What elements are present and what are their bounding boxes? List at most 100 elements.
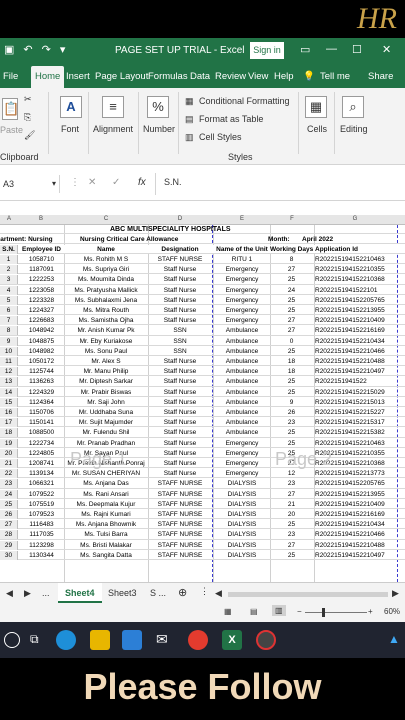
tab-data[interactable]: Data (190, 71, 210, 82)
cell-sn[interactable]: 22 (0, 469, 18, 479)
cell-application-id[interactable]: R202215194152216169 (315, 326, 397, 335)
cell-unit[interactable]: Emergency (214, 286, 270, 295)
cell-employee-id[interactable]: 1222253 (19, 275, 64, 284)
cell-sn[interactable]: 6 (0, 306, 18, 315)
cell-working-days[interactable]: 24 (270, 286, 313, 295)
cell-unit[interactable]: Ambulance (214, 377, 270, 386)
paste-icon[interactable]: 📋 (2, 98, 19, 120)
cell-unit[interactable]: Emergency (214, 296, 270, 305)
cell-employee-id[interactable]: 1222734 (19, 439, 64, 448)
column-header-e[interactable]: E (237, 216, 247, 222)
conditional-formatting-button[interactable]: Conditional Formatting (199, 96, 290, 106)
cell-designation[interactable]: Staff Nurse (148, 296, 212, 305)
cell-working-days[interactable]: 25 (270, 388, 313, 397)
cell-employee-id[interactable]: 1066321 (19, 479, 64, 488)
cell-application-id[interactable]: R202215194152210368 (315, 275, 397, 284)
cell-employee-id[interactable]: 1139134 (19, 469, 64, 478)
cell-unit[interactable]: Emergency (214, 459, 270, 468)
cell-employee-id[interactable]: 1048942 (19, 326, 64, 335)
cell-unit[interactable]: Emergency (214, 449, 270, 458)
cell-unit[interactable]: Ambulance (214, 408, 270, 417)
minimize-icon[interactable]: — (326, 43, 337, 55)
department-label[interactable]: Department: Nursing (0, 235, 64, 244)
cell-application-id[interactable]: R202215194152205765 (315, 296, 397, 305)
cell-sn[interactable]: 25 (0, 499, 18, 509)
zoom-slider[interactable] (305, 612, 367, 613)
cell-unit[interactable]: Emergency (214, 316, 270, 325)
format-as-table-icon[interactable]: ▤ (185, 114, 194, 125)
cell-designation[interactable]: STAFF NURSE (148, 510, 212, 519)
cut-icon[interactable]: ✂ (24, 94, 32, 105)
header-application-id[interactable]: Application Id (315, 245, 397, 254)
cell-unit[interactable]: Ambulance (214, 337, 270, 346)
more-sheets-right[interactable]: S ... (150, 588, 166, 598)
cell-designation[interactable]: Staff Nurse (148, 286, 212, 295)
tab-formulas[interactable]: Formulas (148, 71, 188, 82)
hospital-title[interactable]: ABC MULTISPECIALITY HOSPITALS (110, 225, 310, 234)
column-header-g[interactable]: G (350, 216, 360, 222)
allowance-label[interactable]: Nursing Critical Care Allowance (80, 235, 210, 244)
cell-unit[interactable]: Ambulance (214, 418, 270, 427)
cell-application-id[interactable]: R202215194152210463 (315, 439, 397, 448)
cell-designation[interactable]: Staff Nurse (148, 398, 212, 407)
cell-working-days[interactable]: 27 (270, 265, 313, 274)
cell-sn[interactable]: 23 (0, 479, 18, 489)
cell-employee-id[interactable]: 1124364 (19, 398, 64, 407)
zoom-in-icon[interactable]: + (368, 607, 373, 616)
cell-name[interactable]: Ms. Deepmala Kujur (64, 500, 148, 509)
cell-working-days[interactable]: 27 (270, 326, 313, 335)
cell-sn[interactable]: 3 (0, 275, 18, 285)
cell-name[interactable]: Ms. Pratyusha Mallick (64, 286, 148, 295)
cell-working-days[interactable]: 27 (270, 541, 313, 550)
cell-unit[interactable]: DIALYSIS (214, 490, 270, 499)
cell-designation[interactable]: STAFF NURSE (148, 500, 212, 509)
cell-employee-id[interactable]: 1075519 (19, 500, 64, 509)
tab-insert[interactable]: Insert (66, 71, 90, 82)
cell-unit[interactable]: RITU 1 (214, 255, 270, 264)
cell-designation[interactable]: STAFF NURSE (148, 551, 212, 560)
cell-working-days[interactable]: 9 (270, 398, 313, 407)
customize-qat-icon[interactable]: ▾ (60, 43, 66, 56)
cell-employee-id[interactable]: 1224805 (19, 449, 64, 458)
cell-sn[interactable]: 11 (0, 357, 18, 366)
cell-unit[interactable]: Ambulance (214, 398, 270, 407)
cell-unit[interactable]: Emergency (214, 306, 270, 315)
cell-working-days[interactable]: 18 (270, 357, 313, 366)
cell-application-id[interactable]: R202215194152210488 (315, 357, 397, 366)
cell-designation[interactable]: Staff Nurse (148, 449, 212, 458)
cell-sn[interactable]: 20 (0, 448, 18, 458)
cell-sn[interactable]: 4 (0, 285, 18, 295)
cell-name[interactable]: Ms. Anjana Das (64, 479, 148, 488)
cell-sn[interactable]: 27 (0, 520, 18, 530)
column-header-b[interactable]: B (36, 216, 46, 222)
column-header-a[interactable]: A (4, 216, 14, 222)
cell-working-days[interactable]: 21 (270, 500, 313, 509)
header-sn[interactable]: S.N. (0, 245, 18, 254)
cell-employee-id[interactable]: 1136263 (19, 377, 64, 386)
obs-icon[interactable] (256, 630, 276, 650)
format-painter-icon[interactable]: 🖌 (24, 130, 35, 141)
font-icon[interactable]: A (60, 96, 82, 118)
cell-working-days[interactable]: 25 (270, 296, 313, 305)
task-view-icon[interactable]: ⧉ (30, 632, 39, 647)
cell-employee-id[interactable]: 1079522 (19, 490, 64, 499)
cell-sn[interactable]: 24 (0, 489, 18, 499)
alignment-label[interactable]: Alignment (93, 124, 133, 134)
cell-designation[interactable]: Staff Nurse (148, 367, 212, 376)
cell-designation[interactable]: STAFF NURSE (148, 530, 212, 539)
cell-working-days[interactable]: 27 (270, 490, 313, 499)
cell-unit[interactable]: Ambulance (214, 367, 270, 376)
cell-application-id[interactable]: R202215194152210409 (315, 500, 397, 509)
cell-sn[interactable]: 14 (0, 387, 18, 397)
cell-designation[interactable]: SSN (148, 326, 212, 335)
cell-name[interactable]: Mr. Manu Philip (64, 367, 148, 376)
cell-sn[interactable]: 18 (0, 428, 18, 438)
cell-working-days[interactable]: 20 (270, 510, 313, 519)
cell-unit[interactable]: Ambulance (214, 357, 270, 366)
cell-name[interactable]: Mr. Diptesh Sarkar (64, 377, 148, 386)
zoom-slider-thumb[interactable] (322, 608, 325, 617)
cell-working-days[interactable]: 26 (270, 408, 313, 417)
header-unit[interactable]: Name of the Unit (214, 245, 270, 254)
cell-application-id[interactable]: R202215194152210463 (315, 255, 397, 264)
cell-name[interactable]: Ms. Rajni Kumari (64, 510, 148, 519)
